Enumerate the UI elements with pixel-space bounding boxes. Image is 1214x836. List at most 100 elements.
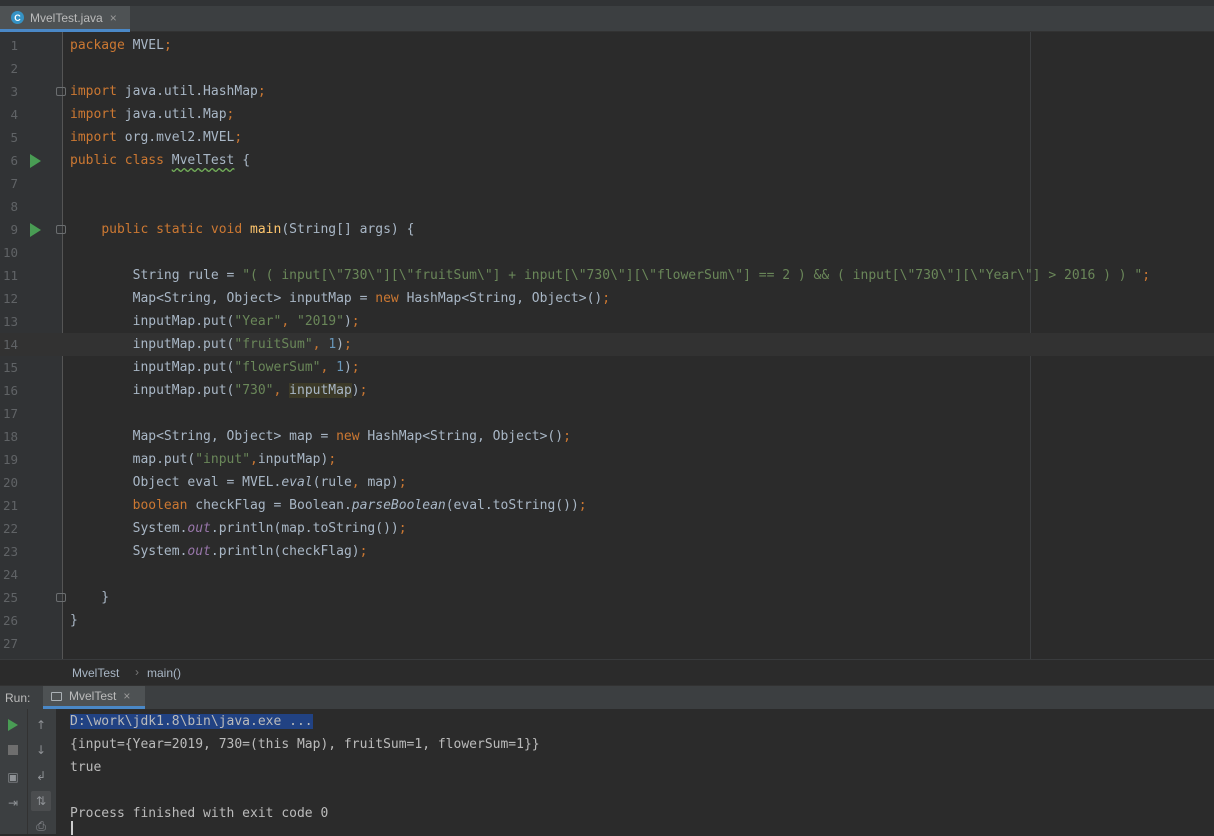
code-token: checkFlag = Boolean. (195, 498, 352, 513)
code-token: map.put( (70, 452, 196, 467)
breadcrumb-method[interactable]: main() (147, 666, 181, 680)
code-text: inputMap.put("flowerSum", 1); (70, 356, 360, 379)
code-token: ; (398, 475, 407, 490)
code-line[interactable]: 18 Map<String, Object> map = new HashMap… (0, 425, 1214, 448)
code-token: ; (359, 383, 368, 398)
code-token: inputMap.put( (70, 360, 235, 375)
close-icon[interactable]: × (110, 11, 117, 25)
code-token: java.util.Map (116, 107, 227, 122)
console-line: D:\work\jdk1.8\bin\java.exe ... (70, 710, 313, 733)
code-line[interactable]: 5 import org.mvel2.MVEL; (0, 126, 1214, 149)
code-line[interactable]: 8 (0, 195, 1214, 218)
up-arrow-icon[interactable]: ↑ (31, 715, 51, 735)
console-line: true (70, 760, 102, 775)
code-token: ; (1142, 268, 1151, 283)
fold-marker-icon[interactable] (56, 87, 66, 96)
code-token: public class (70, 153, 172, 168)
console-command[interactable]: D:\work\jdk1.8\bin\java.exe ... (70, 714, 313, 729)
code-token: inputMap (289, 383, 352, 398)
code-line[interactable]: 15 inputMap.put("flowerSum", 1); (0, 356, 1214, 379)
code-token: ; (226, 107, 235, 122)
code-line[interactable]: 10 (0, 241, 1214, 264)
code-line[interactable]: 25 } (0, 586, 1214, 609)
code-token: ; (351, 314, 360, 329)
code-token: package (70, 38, 125, 53)
soft-wrap-icon[interactable]: ↲ (31, 766, 51, 786)
code-line[interactable]: 17 (0, 402, 1214, 425)
run-tool-window-header: Run: MvelTest × (0, 685, 1214, 709)
code-line[interactable]: 1 package MVEL; (0, 34, 1214, 57)
console-line: Process finished with exit code 0 (70, 806, 329, 821)
fold-marker-icon[interactable] (56, 593, 66, 602)
code-line[interactable]: 11 String rule = "( ( input[\"730\"][\"f… (0, 264, 1214, 287)
code-token: , (250, 452, 258, 467)
code-line[interactable]: 16 inputMap.put("730", inputMap); (0, 379, 1214, 402)
code-line[interactable]: 19 map.put("input",inputMap); (0, 448, 1214, 471)
code-token: new (375, 291, 407, 306)
title-strip (0, 0, 1214, 6)
code-token: MVEL (124, 38, 164, 53)
print-icon[interactable]: ⎙ (31, 816, 51, 836)
line-number: 17 (2, 406, 18, 421)
run-gutter-icon[interactable] (30, 223, 41, 237)
code-line[interactable]: 6 public class MvelTest { (0, 149, 1214, 172)
code-line[interactable]: 27 (0, 632, 1214, 655)
code-line[interactable]: 9 public static void main(String[] args)… (0, 218, 1214, 241)
close-icon[interactable]: × (123, 689, 130, 703)
code-line[interactable]: 21 boolean checkFlag = Boolean.parseBool… (0, 494, 1214, 517)
code-token: public static void (101, 222, 251, 237)
line-number: 2 (10, 61, 18, 76)
breadcrumb: MvelTest › main() (0, 659, 1214, 685)
line-number: 25 (2, 590, 18, 605)
code-line[interactable]: 23 System.out.println(checkFlag); (0, 540, 1214, 563)
line-number: 10 (2, 245, 18, 260)
code-text: import org.mvel2.MVEL; (70, 126, 242, 149)
code-line[interactable]: 24 (0, 563, 1214, 586)
code-token: "fruitSum" (234, 337, 313, 352)
code-line[interactable]: 2 (0, 57, 1214, 80)
code-line[interactable]: 13 inputMap.put("Year", "2019"); (0, 310, 1214, 333)
rerun-icon[interactable] (3, 715, 23, 735)
stop-icon[interactable] (3, 740, 23, 760)
sort-icon[interactable]: ⇅ (31, 791, 51, 811)
code-token: ; (328, 452, 337, 467)
code-text: inputMap.put("fruitSum", 1); (70, 333, 352, 356)
code-token: Map<String, Object> inputMap = (70, 291, 376, 306)
line-number: 19 (2, 452, 18, 467)
camera-icon[interactable]: ▣ (3, 767, 23, 787)
code-line[interactable]: 20 Object eval = MVEL.eval(rule, map); (0, 471, 1214, 494)
code-line[interactable]: 12 Map<String, Object> inputMap = new Ha… (0, 287, 1214, 310)
code-token: eval (281, 475, 313, 490)
code-text: inputMap.put("730", inputMap); (70, 379, 367, 402)
code-token: MvelTest (171, 153, 235, 168)
code-token: parseBoolean (351, 498, 446, 513)
code-line[interactable]: 14 inputMap.put("fruitSum", 1); (0, 333, 1214, 356)
line-number: 7 (10, 176, 18, 191)
code-token: ; (234, 130, 243, 145)
editor-tab-mveltest[interactable]: C MvelTest.java × (0, 6, 130, 32)
code-token: .println(checkFlag) (210, 544, 360, 559)
down-arrow-icon[interactable]: ↓ (31, 740, 51, 760)
login-icon[interactable]: ⇥ (3, 793, 23, 813)
run-gutter-icon[interactable] (30, 154, 41, 168)
code-line[interactable]: 22 System.out.println(map.toString()); (0, 517, 1214, 540)
code-line[interactable]: 4 import java.util.Map; (0, 103, 1214, 126)
breadcrumb-class[interactable]: MvelTest (72, 666, 119, 680)
code-token: } (70, 613, 78, 628)
code-line[interactable]: 26} (0, 609, 1214, 632)
fold-marker-icon[interactable] (56, 225, 66, 234)
code-text: public class MvelTest { (70, 149, 250, 172)
code-text: Map<String, Object> inputMap = new HashM… (70, 287, 610, 310)
code-line[interactable]: 7 (0, 172, 1214, 195)
run-tab-mveltest[interactable]: MvelTest × (43, 686, 145, 709)
code-token: HashMap<String, Object>() (367, 429, 564, 444)
code-text: Map<String, Object> map = new HashMap<St… (70, 425, 571, 448)
code-text: } (70, 586, 109, 609)
code-token: ) (336, 337, 344, 352)
code-token: ) (343, 360, 352, 375)
code-editor[interactable]: 1 package MVEL; 2 3 import java.util.HashMap… (0, 32, 1214, 659)
line-number: 5 (10, 130, 18, 145)
code-token: "input" (195, 452, 251, 467)
code-line[interactable]: 3 import java.util.HashMap; (0, 80, 1214, 103)
code-token: boolean (132, 498, 196, 513)
